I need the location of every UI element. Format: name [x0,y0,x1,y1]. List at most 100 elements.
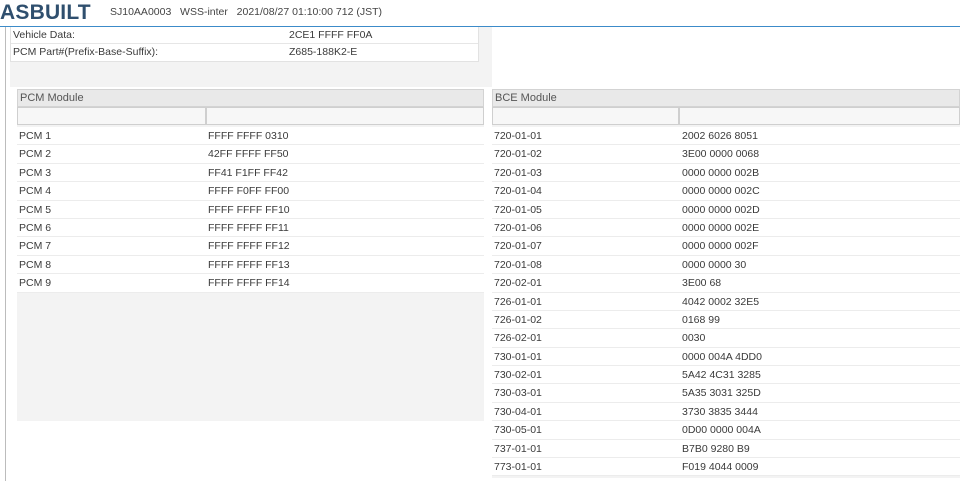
row-value: 0000 004A 4DD0 [682,350,762,363]
row-value: FFFF FFFF FF13 [208,258,290,271]
row-name: PCM 9 [19,277,52,290]
table-row[interactable]: PCM 3 FF41 F1FF FF42 [17,163,484,183]
table-row[interactable]: PCM 5 FFFF FFFF FF10 [17,200,484,219]
row-value: 0000 0000 30 [682,258,747,271]
table-row[interactable]: 720-01-02 3E00 0000 0068 [492,145,960,164]
row-value: B7B0 9280 B9 [682,442,750,455]
pcm-module-panel: PCM Module PCM 1 FFFF FFFF 0310 PCM 2 42FF … [17,89,484,421]
table-row[interactable]: 730-05-01 0D00 0000 004A [492,421,960,440]
row-name: 737-01-01 [494,442,542,455]
table-row[interactable]: 720-01-08 0000 0000 30 [492,255,960,275]
table-row[interactable]: PCM 1 FFFF FFFF 0310 [17,127,484,146]
row-value: FF41 F1FF FF42 [208,166,288,179]
row-name: PCM 1 [19,130,52,142]
info-value: Z685-188K2-E [289,46,358,58]
row-value: FFFF FFFF FF11 [208,221,289,234]
row-value: 2002 6026 8051 [682,130,758,142]
pcm-column-header-2[interactable] [206,107,484,125]
row-name: 726-02-01 [494,332,542,345]
row-value: 0000 0000 002E [682,221,760,234]
vehicle-info-table: Vehicle Data: 2CE1 FFFF FF0A PCM Part#(P… [10,27,479,62]
row-name: 720-01-04 [494,185,542,198]
row-name: PCM 4 [19,185,52,198]
row-name: 773-01-01 [494,461,542,474]
table-row[interactable]: 730-03-01 5A35 3031 325D [492,384,960,403]
row-value: FFFF FFFF FF10 [208,203,290,216]
table-row[interactable]: 730-01-01 0000 004A 4DD0 [492,347,960,367]
table-row[interactable]: PCM 7 FFFF FFFF FF12 [17,237,484,256]
row-value: FFFF FFFF FF14 [208,277,290,290]
left-divider [5,27,6,481]
row-name: 720-01-02 [494,148,542,161]
row-name: 730-02-01 [494,369,542,382]
row-name: 730-03-01 [494,387,542,400]
table-row[interactable]: 773-01-01 F019 4044 0009 [492,458,960,477]
row-value: 5A35 3031 325D [682,387,761,400]
row-name: 720-01-08 [494,258,542,271]
row-name: PCM 3 [19,166,52,179]
bce-module-panel: BCE Module 720-01-01 2002 6026 8051 720-01… [492,89,960,478]
row-name: 720-01-06 [494,221,542,234]
row-value: FFFF FFFF 0310 [208,130,289,142]
table-row[interactable]: PCM 6 FFFF FFFF FF11 [17,218,484,238]
table-row[interactable]: PCM 8 FFFF FFFF FF13 [17,255,484,275]
row-value: 42FF FFFF FF50 [208,148,289,161]
info-label: Vehicle Data: [13,29,75,41]
table-row[interactable]: PCM 9 FFFF FFFF FF14 [17,274,484,293]
row-name: PCM 7 [19,240,52,253]
row-value: F019 4044 0009 [682,461,759,474]
row-value: 3E00 68 [682,277,722,290]
row-value: 4042 0002 32E5 [682,295,760,308]
row-value: 0000 0000 002C [682,185,760,198]
row-value: 0D00 0000 004A [682,424,761,437]
table-row[interactable]: PCM 2 42FF FFFF FF50 [17,145,484,164]
row-name: 730-05-01 [494,424,542,437]
table-row[interactable]: 737-01-01 B7B0 9280 B9 [492,439,960,459]
row-name: 726-01-02 [494,313,542,326]
row-name: 720-01-01 [494,130,542,142]
row-value: 5A42 4C31 3285 [682,369,761,382]
session-meta: SJ10AA0003 WSS-inter 2021/08/27 01:10:00… [110,6,382,18]
app-title: ASBUILT [0,1,91,24]
row-name: PCM 2 [19,148,52,161]
pcm-module-header: PCM Module [17,89,484,107]
bce-column-header-2[interactable] [679,107,960,125]
row-name: 720-01-07 [494,240,542,253]
row-name: 730-04-01 [494,405,542,418]
row-value: 0030 [682,332,706,345]
row-value: 0000 0000 002F [682,240,759,253]
row-name: 720-01-03 [494,166,542,179]
table-row[interactable]: 720-02-01 3E00 68 [492,274,960,293]
info-label: PCM Part#(Prefix-Base-Suffix): [13,46,159,58]
row-name: 720-02-01 [494,277,542,290]
table-row[interactable]: 730-04-01 3730 3835 3444 [492,402,960,422]
table-row[interactable]: 720-01-05 0000 0000 002D [492,200,960,219]
pcm-column-header-1[interactable] [17,107,206,125]
bce-rows: 720-01-01 2002 6026 8051 720-01-02 3E00 000… [492,127,960,477]
table-row[interactable]: 720-01-06 0000 0000 002E [492,218,960,238]
row-name: 726-01-01 [494,295,542,308]
bce-module-header: BCE Module [492,89,960,107]
row-name: PCM 8 [19,258,52,271]
pcm-rows: PCM 1 FFFF FFFF 0310 PCM 2 42FF FFFF FF50 PC… [17,127,484,293]
row-value: 3730 3835 3444 [682,405,758,418]
table-row[interactable]: 720-01-03 0000 0000 002B [492,163,960,183]
info-value: 2CE1 FFFF FF0A [289,29,373,41]
row-value: FFFF FFFF FF12 [208,240,290,253]
table-row[interactable]: 720-01-04 0000 0000 002C [492,182,960,201]
table-row[interactable]: 726-01-02 0168 99 [492,310,960,330]
bce-column-header-1[interactable] [492,107,679,125]
table-row[interactable]: 730-02-01 5A42 4C31 3285 [492,366,960,385]
vehicle-info-panel: Vehicle Data: 2CE1 FFFF FF0A PCM Part#(P… [10,27,492,87]
table-row[interactable]: PCM 4 FFFF F0FF FF00 [17,182,484,201]
title-bar: ASBUILT SJ10AA0003 WSS-inter 2021/08/27 … [0,0,960,27]
table-row[interactable]: 720-01-07 0000 0000 002F [492,237,960,256]
row-value: 0000 0000 002B [682,166,760,179]
row-value: FFFF F0FF FF00 [208,185,290,198]
row-name: 720-01-05 [494,203,542,216]
table-row[interactable]: 726-02-01 0030 [492,329,960,348]
row-value: 0168 99 [682,313,720,326]
table-row[interactable]: 726-01-01 4042 0002 32E5 [492,292,960,311]
row-name: PCM 6 [19,221,52,234]
table-row[interactable]: 720-01-01 2002 6026 8051 [492,127,960,146]
